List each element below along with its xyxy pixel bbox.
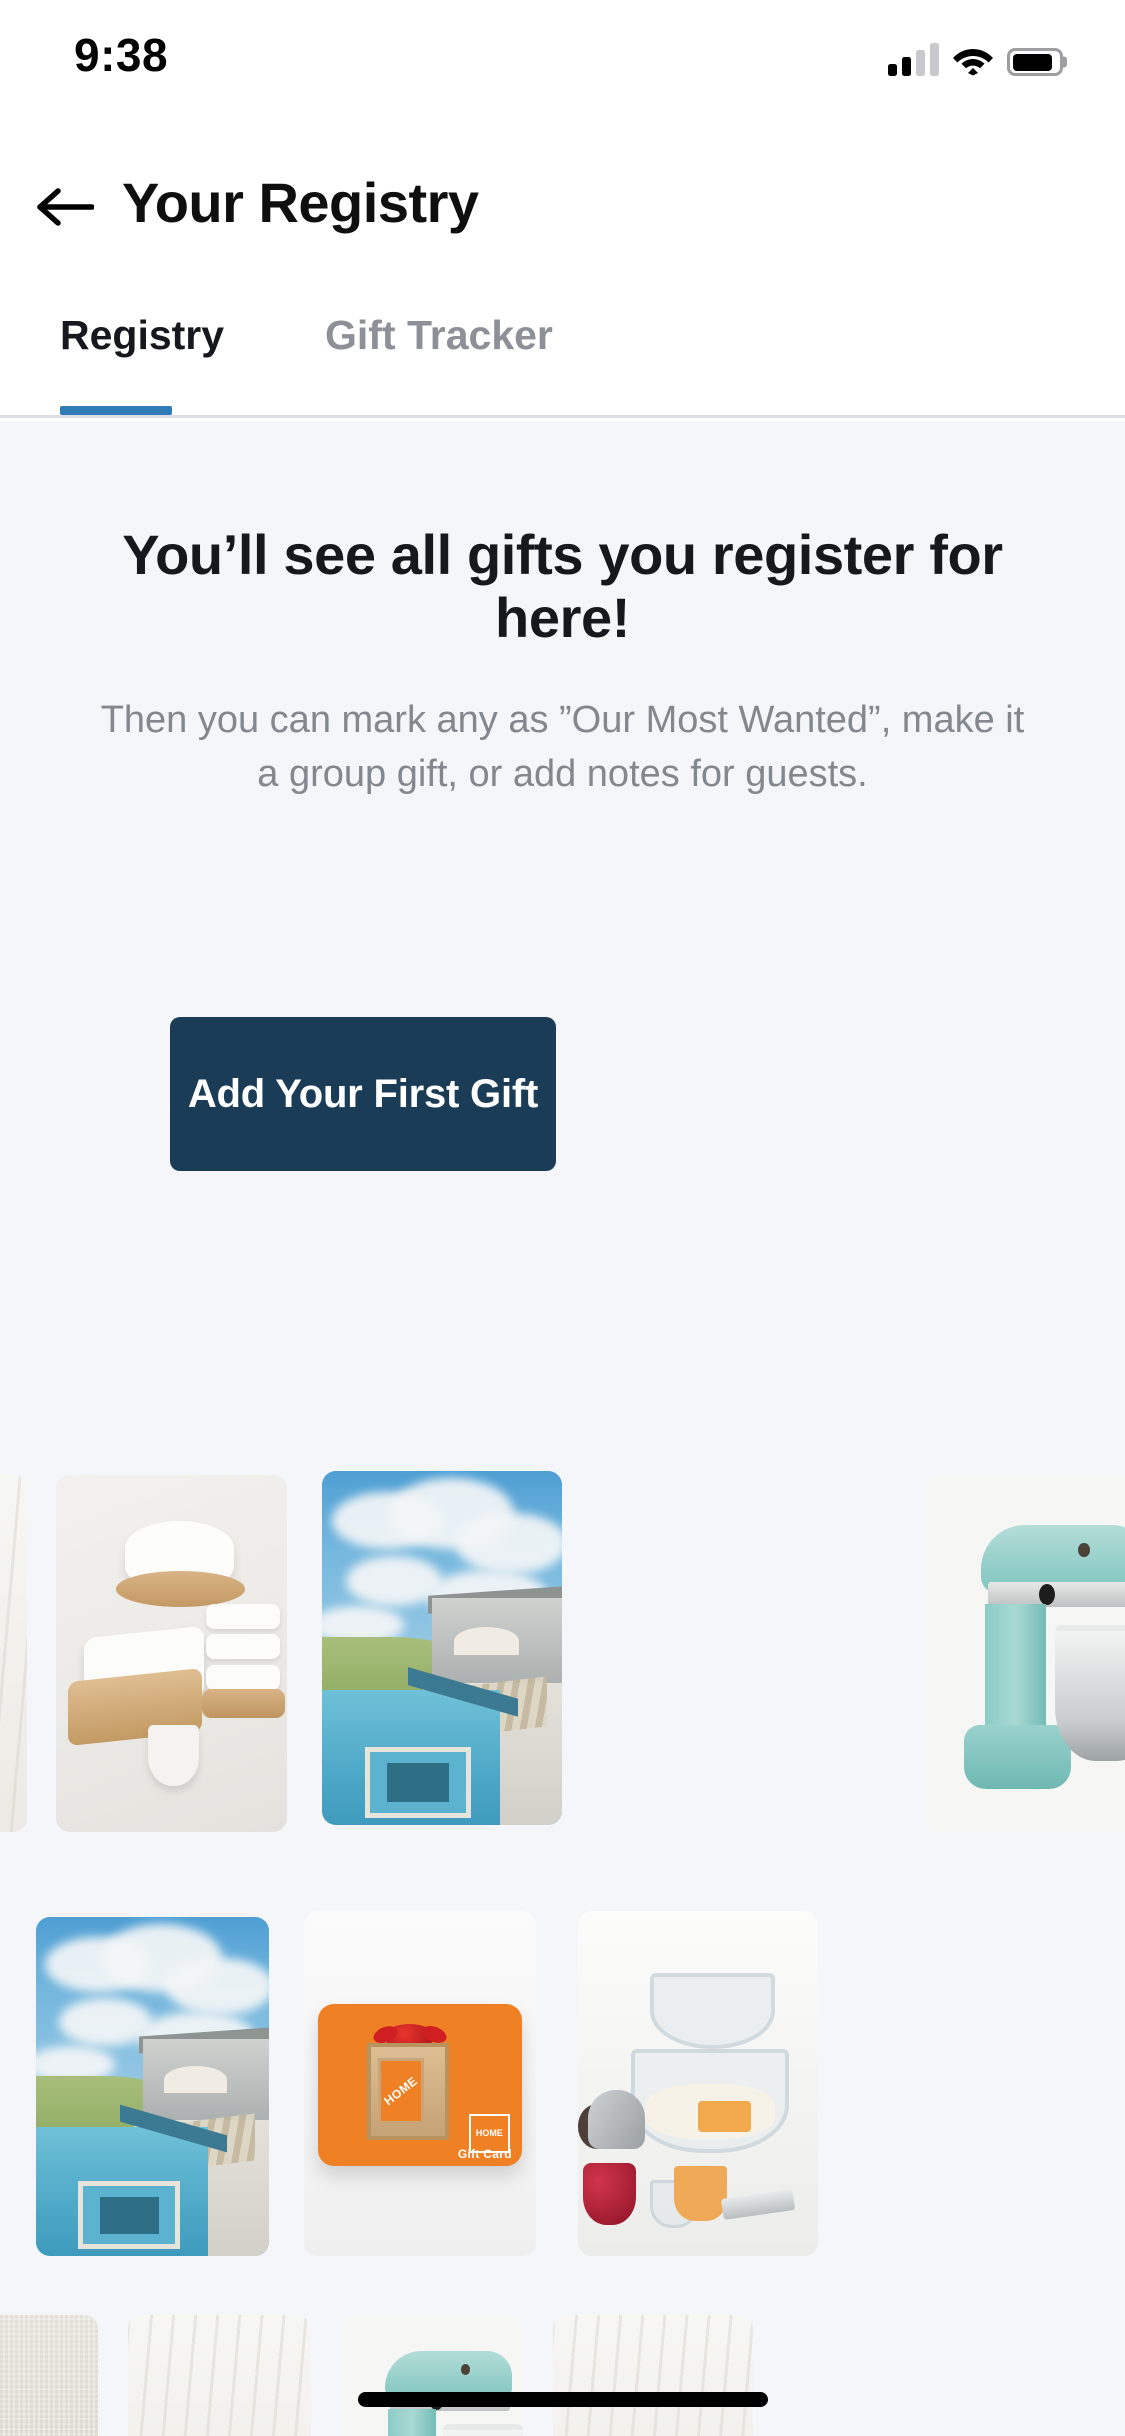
empty-state-body: Then you can mark any as ”Our Most Wante… — [100, 699, 1025, 796]
back-arrow-icon[interactable] — [30, 172, 100, 242]
gift-tile-home-depot-gift-card[interactable]: HOME HOME Gift Card — [304, 1911, 536, 2256]
wifi-icon — [952, 44, 994, 76]
gift-tile-resort-pool-experience[interactable] — [322, 1471, 562, 1825]
add-first-gift-button[interactable]: Add Your First Gift — [170, 1017, 556, 1171]
empty-state-title: You’ll see all gifts you register for he… — [122, 523, 1003, 650]
tab-registry-label: Registry — [60, 312, 225, 358]
status-bar: 9:38 — [0, 0, 1125, 132]
home-depot-brand-text: HOME — [381, 2073, 421, 2108]
cellular-signal-icon — [888, 43, 939, 76]
gift-tile-knife-block-set[interactable] — [0, 1475, 27, 1832]
gift-tile-white-dinnerware-wood-tray-set[interactable] — [56, 1475, 287, 1832]
gift-tile-glass-mixing-bowls-baking-set[interactable] — [578, 1911, 818, 2256]
registry-content: HOME HOME Gift Card You’ll see all gifts… — [0, 421, 1125, 2436]
tab-registry[interactable]: Registry — [60, 284, 224, 418]
gift-tile-resort-pool-experience-2[interactable] — [36, 1917, 269, 2256]
home-indicator[interactable] — [357, 2392, 768, 2407]
home-depot-gift-card-art: HOME HOME Gift Card — [317, 2004, 523, 2167]
battery-icon — [1007, 48, 1063, 76]
status-bar-indicators — [888, 38, 1063, 76]
tab-gift-tracker-label: Gift Tracker — [325, 312, 553, 358]
tab-bar: Registry Gift Tracker — [0, 284, 1125, 418]
tab-gift-tracker[interactable]: Gift Tracker — [325, 284, 553, 418]
status-bar-time: 9:38 — [74, 29, 169, 81]
gift-tile-kitchen-item[interactable] — [553, 2315, 753, 2436]
home-depot-logo-text: HOME — [475, 2128, 503, 2139]
gift-card-label: Gift Card — [457, 2147, 512, 2162]
page-title: Your Registry — [122, 171, 479, 234]
navigation-bar: Your Registry — [0, 132, 1125, 284]
gift-tile-kitchenaid-stand-mixer-aqua-2[interactable] — [341, 2315, 523, 2436]
gift-tile-kitchenaid-stand-mixer-aqua[interactable] — [925, 1475, 1125, 1832]
add-first-gift-button-label: Add Your First Gift — [187, 1071, 539, 1116]
tab-active-indicator — [60, 406, 172, 415]
gift-tile-linen-and-bowl[interactable] — [0, 2315, 98, 2436]
phone-screen: 9:38 Your Registry Registry Gift Tracker… — [0, 0, 1125, 2436]
gift-tile-glass-tumbler-counter[interactable] — [128, 2315, 311, 2436]
